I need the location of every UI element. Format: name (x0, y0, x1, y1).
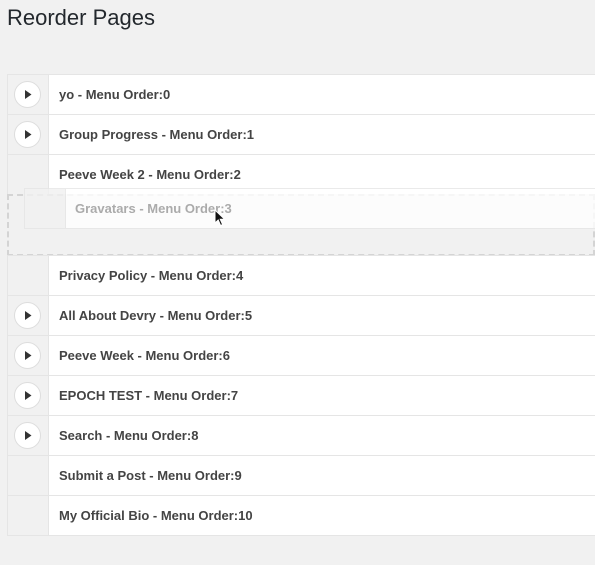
dragging-list-item[interactable]: Gravatars - Menu Order:3 (24, 188, 595, 229)
list-item-label: Search - Menu Order:8 (59, 428, 199, 443)
arrow-cursor-icon (214, 209, 226, 227)
row-gutter (25, 189, 66, 228)
list-item-label: My Official Bio - Menu Order:10 (59, 508, 253, 523)
expand-toggle-button[interactable] (14, 81, 41, 108)
list-item[interactable]: yo - Menu Order:0 (7, 74, 595, 115)
play-triangle-icon (25, 431, 32, 440)
list-item[interactable]: EPOCH TEST - Menu Order:7 (7, 375, 595, 416)
list-item[interactable]: Peeve Week - Menu Order:6 (7, 335, 595, 376)
row-gutter (8, 376, 49, 415)
row-gutter (8, 256, 49, 295)
expand-toggle-button[interactable] (14, 382, 41, 409)
row-gutter (8, 75, 49, 114)
row-gutter (8, 336, 49, 375)
list-item-label: yo - Menu Order:0 (59, 87, 171, 102)
list-item-label: EPOCH TEST - Menu Order:7 (59, 388, 239, 403)
expand-toggle-button[interactable] (14, 121, 41, 148)
list-item-label: Group Progress - Menu Order:1 (59, 127, 255, 142)
list-item-label: Submit a Post - Menu Order:9 (59, 468, 242, 483)
dragging-item-label: Gravatars - Menu Order:3 (75, 201, 232, 216)
play-triangle-icon (25, 130, 32, 139)
play-triangle-icon (25, 90, 32, 99)
list-item-label: Privacy Policy - Menu Order:4 (59, 268, 244, 283)
list-item[interactable]: Submit a Post - Menu Order:9 (7, 455, 595, 496)
sortable-page-list: yo - Menu Order:0 Group Progress - Menu … (7, 74, 595, 536)
row-gutter (8, 296, 49, 335)
expand-toggle-button[interactable] (14, 422, 41, 449)
play-triangle-icon (25, 391, 32, 400)
row-gutter (8, 456, 49, 495)
play-triangle-icon (25, 351, 32, 360)
page-title: Reorder Pages (7, 5, 155, 30)
row-gutter (8, 115, 49, 154)
play-triangle-icon (25, 311, 32, 320)
list-item[interactable]: Privacy Policy - Menu Order:4 (7, 255, 595, 296)
list-item[interactable]: All About Devry - Menu Order:5 (7, 295, 595, 336)
list-item-label: All About Devry - Menu Order:5 (59, 308, 253, 323)
list-item[interactable]: My Official Bio - Menu Order:10 (7, 495, 595, 536)
list-item[interactable]: Search - Menu Order:8 (7, 415, 595, 456)
row-gutter (8, 496, 49, 535)
list-item[interactable]: Group Progress - Menu Order:1 (7, 114, 595, 155)
list-item-label: Peeve Week - Menu Order:6 (59, 348, 230, 363)
row-gutter (8, 416, 49, 455)
expand-toggle-button[interactable] (14, 302, 41, 329)
expand-toggle-button[interactable] (14, 342, 41, 369)
